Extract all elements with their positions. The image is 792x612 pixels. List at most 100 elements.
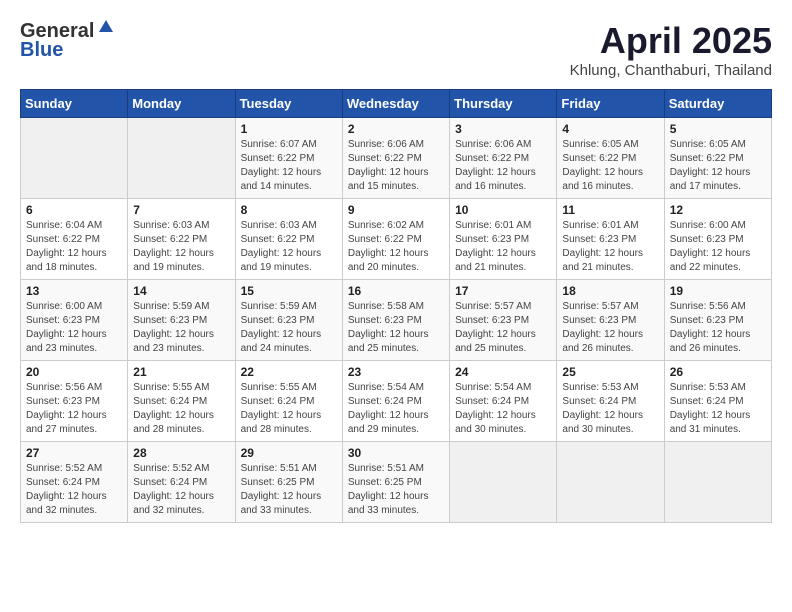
day-number: 13	[26, 284, 122, 298]
day-number: 22	[241, 365, 337, 379]
cell-info: Sunrise: 6:05 AMSunset: 6:22 PMDaylight:…	[562, 138, 658, 194]
cell-info: Sunrise: 5:52 AMSunset: 6:24 PMDaylight:…	[26, 462, 122, 518]
calendar-cell: 26 Sunrise: 5:53 AMSunset: 6:24 PMDayligh…	[664, 361, 771, 442]
cell-info: Sunrise: 5:53 AMSunset: 6:24 PMDaylight:…	[562, 381, 658, 437]
calendar-cell: 15 Sunrise: 5:59 AMSunset: 6:23 PMDayligh…	[235, 280, 342, 361]
calendar-cell: 12Sunrise: 6:00 AMSunset: 6:23 PMDayligh…	[664, 199, 771, 280]
cell-info: Sunrise: 5:54 AMSunset: 6:24 PMDaylight:…	[348, 381, 444, 437]
weekday-header: Tuesday	[235, 90, 342, 118]
logo-blue: Blue	[20, 39, 63, 62]
cell-info: Sunrise: 5:51 AMSunset: 6:25 PMDaylight:…	[241, 462, 337, 518]
calendar-cell	[450, 442, 557, 523]
calendar-cell: 11Sunrise: 6:01 AMSunset: 6:23 PMDayligh…	[557, 199, 664, 280]
cell-info: Sunrise: 6:04 AMSunset: 6:22 PMDaylight:…	[26, 219, 122, 275]
cell-info: Sunrise: 5:54 AMSunset: 6:24 PMDaylight:…	[455, 381, 551, 437]
weekday-header: Friday	[557, 90, 664, 118]
weekday-header: Saturday	[664, 90, 771, 118]
day-number: 23	[348, 365, 444, 379]
calendar-cell	[128, 118, 235, 199]
calendar-cell: 2 Sunrise: 6:06 AMSunset: 6:22 PMDaylight…	[342, 118, 449, 199]
day-number: 6	[26, 203, 122, 217]
day-number: 29	[241, 446, 337, 460]
calendar-week-row: 13 Sunrise: 6:00 AMSunset: 6:23 PMDayligh…	[21, 280, 772, 361]
calendar-title: April 2025	[570, 20, 772, 62]
calendar-cell: 1 Sunrise: 6:07 AMSunset: 6:22 PMDaylight…	[235, 118, 342, 199]
day-number: 25	[562, 365, 658, 379]
calendar-cell: 13 Sunrise: 6:00 AMSunset: 6:23 PMDayligh…	[21, 280, 128, 361]
day-number: 7	[133, 203, 229, 217]
cell-info: Sunrise: 5:57 AMSunset: 6:23 PMDaylight:…	[455, 300, 551, 356]
cell-info: Sunrise: 6:00 AMSunset: 6:23 PMDaylight:…	[670, 219, 766, 275]
calendar-subtitle: Khlung, Chanthaburi, Thailand	[570, 62, 772, 79]
cell-info: Sunrise: 5:52 AMSunset: 6:24 PMDaylight:…	[133, 462, 229, 518]
calendar-cell: 9 Sunrise: 6:02 AMSunset: 6:22 PMDaylight…	[342, 199, 449, 280]
cell-info: Sunrise: 5:59 AMSunset: 6:23 PMDaylight:…	[241, 300, 337, 356]
cell-info: Sunrise: 5:59 AMSunset: 6:23 PMDaylight:…	[133, 300, 229, 356]
calendar-cell: 10Sunrise: 6:01 AMSunset: 6:23 PMDayligh…	[450, 199, 557, 280]
day-number: 20	[26, 365, 122, 379]
day-number: 1	[241, 122, 337, 136]
calendar-week-row: 1 Sunrise: 6:07 AMSunset: 6:22 PMDaylight…	[21, 118, 772, 199]
cell-info: Sunrise: 5:55 AMSunset: 6:24 PMDaylight:…	[241, 381, 337, 437]
day-number: 30	[348, 446, 444, 460]
day-number: 10	[455, 203, 551, 217]
day-number: 15	[241, 284, 337, 298]
day-number: 2	[348, 122, 444, 136]
cell-info: Sunrise: 6:07 AMSunset: 6:22 PMDaylight:…	[241, 138, 337, 194]
weekday-header: Thursday	[450, 90, 557, 118]
calendar-cell	[664, 442, 771, 523]
day-number: 24	[455, 365, 551, 379]
calendar-cell: 24 Sunrise: 5:54 AMSunset: 6:24 PMDayligh…	[450, 361, 557, 442]
cell-info: Sunrise: 6:03 AMSunset: 6:22 PMDaylight:…	[133, 219, 229, 275]
calendar-cell: 5Sunrise: 6:05 AMSunset: 6:22 PMDaylight…	[664, 118, 771, 199]
cell-info: Sunrise: 5:53 AMSunset: 6:24 PMDaylight:…	[670, 381, 766, 437]
calendar-cell: 3 Sunrise: 6:06 AMSunset: 6:22 PMDaylight…	[450, 118, 557, 199]
calendar-cell: 27Sunrise: 5:52 AMSunset: 6:24 PMDayligh…	[21, 442, 128, 523]
day-number: 9	[348, 203, 444, 217]
header-row: SundayMondayTuesdayWednesdayThursdayFrid…	[21, 90, 772, 118]
cell-info: Sunrise: 6:06 AMSunset: 6:22 PMDaylight:…	[348, 138, 444, 194]
day-number: 28	[133, 446, 229, 460]
title-area: April 2025 Khlung, Chanthaburi, Thailand	[570, 20, 772, 79]
calendar-week-row: 6 Sunrise: 6:04 AMSunset: 6:22 PMDaylight…	[21, 199, 772, 280]
weekday-header: Wednesday	[342, 90, 449, 118]
cell-info: Sunrise: 6:02 AMSunset: 6:22 PMDaylight:…	[348, 219, 444, 275]
calendar-header: SundayMondayTuesdayWednesdayThursdayFrid…	[21, 90, 772, 118]
cell-info: Sunrise: 6:03 AMSunset: 6:22 PMDaylight:…	[241, 219, 337, 275]
calendar-cell: 14Sunrise: 5:59 AMSunset: 6:23 PMDayligh…	[128, 280, 235, 361]
calendar-cell	[557, 442, 664, 523]
cell-info: Sunrise: 5:55 AMSunset: 6:24 PMDaylight:…	[133, 381, 229, 437]
calendar-week-row: 27Sunrise: 5:52 AMSunset: 6:24 PMDayligh…	[21, 442, 772, 523]
day-number: 21	[133, 365, 229, 379]
cell-info: Sunrise: 6:00 AMSunset: 6:23 PMDaylight:…	[26, 300, 122, 356]
calendar-cell: 28 Sunrise: 5:52 AMSunset: 6:24 PMDayligh…	[128, 442, 235, 523]
cell-info: Sunrise: 5:57 AMSunset: 6:23 PMDaylight:…	[562, 300, 658, 356]
cell-info: Sunrise: 6:06 AMSunset: 6:22 PMDaylight:…	[455, 138, 551, 194]
calendar-cell: 23 Sunrise: 5:54 AMSunset: 6:24 PMDayligh…	[342, 361, 449, 442]
calendar-table: SundayMondayTuesdayWednesdayThursdayFrid…	[20, 89, 772, 523]
logo: General Blue	[20, 20, 115, 62]
day-number: 3	[455, 122, 551, 136]
day-number: 8	[241, 203, 337, 217]
day-number: 19	[670, 284, 766, 298]
calendar-cell: 7 Sunrise: 6:03 AMSunset: 6:22 PMDaylight…	[128, 199, 235, 280]
calendar-cell: 8 Sunrise: 6:03 AMSunset: 6:22 PMDaylight…	[235, 199, 342, 280]
calendar-cell: 30 Sunrise: 5:51 AMSunset: 6:25 PMDayligh…	[342, 442, 449, 523]
calendar-cell: 4 Sunrise: 6:05 AMSunset: 6:22 PMDaylight…	[557, 118, 664, 199]
day-number: 18	[562, 284, 658, 298]
day-number: 4	[562, 122, 658, 136]
day-number: 17	[455, 284, 551, 298]
calendar-cell: 29 Sunrise: 5:51 AMSunset: 6:25 PMDayligh…	[235, 442, 342, 523]
day-number: 26	[670, 365, 766, 379]
calendar-cell: 20Sunrise: 5:56 AMSunset: 6:23 PMDayligh…	[21, 361, 128, 442]
calendar-body: 1 Sunrise: 6:07 AMSunset: 6:22 PMDaylight…	[21, 118, 772, 523]
calendar-week-row: 20Sunrise: 5:56 AMSunset: 6:23 PMDayligh…	[21, 361, 772, 442]
calendar-cell	[21, 118, 128, 199]
calendar-cell: 17 Sunrise: 5:57 AMSunset: 6:23 PMDayligh…	[450, 280, 557, 361]
day-number: 5	[670, 122, 766, 136]
calendar-cell: 18 Sunrise: 5:57 AMSunset: 6:23 PMDayligh…	[557, 280, 664, 361]
logo-arrow-icon	[97, 18, 115, 41]
calendar-cell: 25 Sunrise: 5:53 AMSunset: 6:24 PMDayligh…	[557, 361, 664, 442]
cell-info: Sunrise: 6:01 AMSunset: 6:23 PMDaylight:…	[562, 219, 658, 275]
cell-info: Sunrise: 5:51 AMSunset: 6:25 PMDaylight:…	[348, 462, 444, 518]
